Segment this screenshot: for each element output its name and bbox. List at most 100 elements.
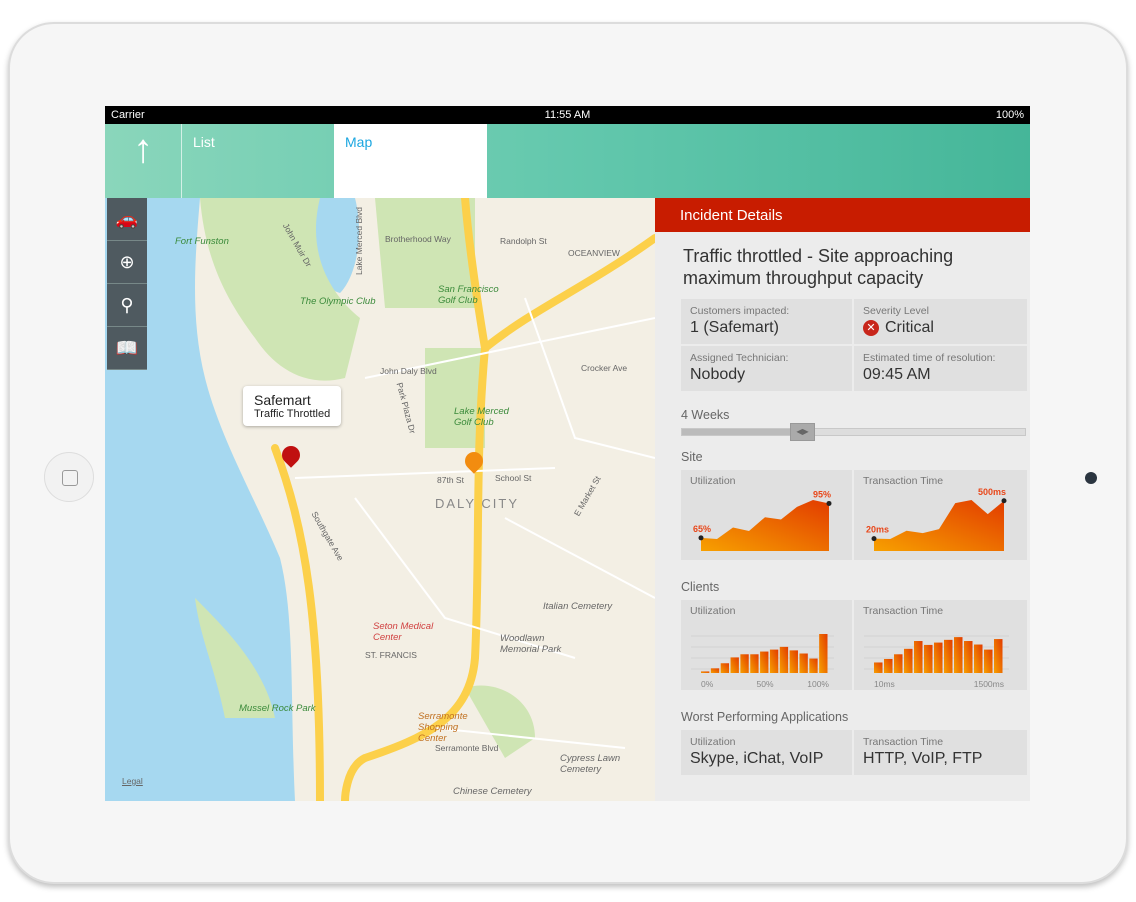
- home-button[interactable]: [44, 452, 94, 502]
- map-label: Lake Merced Golf Club: [454, 406, 509, 428]
- apps-section-label: Worst Performing Applications: [681, 710, 849, 724]
- legal-link[interactable]: Legal: [122, 776, 143, 786]
- bar: [964, 641, 973, 673]
- map-toolbar: 🚗 ⊕ ⚲ 📖: [107, 198, 147, 370]
- clients-charts: Utilization 0% 50% 100% Transaction Time 10m…: [681, 600, 1027, 690]
- map-label: Serramonte Shopping Center: [418, 711, 468, 744]
- map-label: Brotherhood Way: [385, 234, 451, 244]
- tab-map[interactable]: Map: [334, 124, 487, 198]
- range-label: 4 Weeks: [681, 408, 730, 422]
- map-label: Mussel Rock Park: [239, 703, 316, 714]
- tick-label: 10ms: [874, 679, 895, 689]
- bar: [984, 649, 993, 673]
- tab-list[interactable]: List: [182, 124, 335, 198]
- map-graphic: [105, 198, 655, 801]
- slider-knob[interactable]: ◀▶: [790, 423, 816, 441]
- bar: [819, 634, 828, 673]
- bar: [884, 658, 893, 673]
- tick-label: 50%: [756, 679, 773, 689]
- map-label: DALY CITY: [435, 496, 519, 511]
- critical-x-icon: ✕: [863, 320, 879, 336]
- field-label: Estimated time of resolution:: [863, 352, 996, 364]
- area-series: [701, 500, 829, 551]
- bar: [994, 639, 1003, 673]
- field-value: HTTP, VoIP, FTP: [863, 750, 983, 767]
- map-label: ST. FRANCIS: [365, 650, 417, 660]
- map-label: OCEANVIEW: [568, 248, 620, 258]
- bar: [914, 641, 923, 673]
- field-label: Transaction Time: [863, 736, 944, 748]
- callout-title: Safemart: [254, 392, 311, 408]
- field-value: 1 (Safemart): [690, 319, 779, 336]
- map-label: San Francisco Golf Club: [438, 284, 499, 306]
- map-label: Italian Cemetery: [543, 601, 613, 612]
- field-value: Skype, iChat, VoIP: [690, 750, 824, 767]
- map-label: Seton Medical Center: [373, 621, 434, 643]
- chart-title: Transaction Time: [863, 475, 944, 487]
- site-transaction-chart: Transaction Time 20ms 500ms: [854, 470, 1027, 560]
- incident-fields: Customers impacted: 1 (Safemart) Severity…: [681, 299, 1027, 391]
- data-label: 95%: [813, 489, 831, 499]
- tick-label: 100%: [807, 679, 829, 689]
- bar: [720, 663, 730, 673]
- bar: [750, 654, 759, 673]
- map-label: Lake Merced Blvd: [354, 206, 365, 276]
- map-label: The Olympic Club: [300, 296, 376, 307]
- bar: [809, 658, 818, 673]
- bar: [760, 651, 769, 673]
- site-utilization-chart: Utilization 65% 95%: [681, 470, 852, 560]
- field-label: Customers impacted:: [690, 305, 790, 317]
- map-label: John Daly Blvd: [380, 366, 437, 376]
- map-label: Fort Funston: [175, 236, 229, 247]
- field-label: Utilization: [690, 736, 736, 748]
- search-icon[interactable]: ⚲: [107, 284, 147, 327]
- bar: [710, 668, 720, 673]
- map-label: Woodlawn Memorial Park: [500, 633, 562, 655]
- bar: [904, 648, 913, 673]
- time-range-slider[interactable]: ◀▶: [681, 423, 1026, 441]
- field-technician: Assigned Technician: Nobody: [681, 346, 852, 391]
- field-label: Severity Level: [863, 305, 929, 317]
- data-label: 500ms: [978, 488, 1006, 497]
- map-label: Chinese Cemetery: [453, 786, 532, 797]
- bar: [874, 662, 883, 673]
- chart-title: Transaction Time: [863, 605, 944, 617]
- data-point: [698, 535, 704, 541]
- map-label: Serramonte Blvd: [435, 743, 499, 753]
- book-icon[interactable]: 📖: [107, 327, 147, 370]
- map-label: Crocker Ave: [581, 363, 628, 373]
- incident-details-panel: Incident Details Traffic throttled - Sit…: [655, 198, 1030, 801]
- clock: 11:55 AM: [544, 109, 591, 121]
- screen: Carrier 11:55 AM 100% ↑ List Map Fort Fu…: [105, 106, 1030, 801]
- field-value: 09:45 AM: [863, 366, 931, 383]
- incident-title: Traffic throttled - Site approaching max…: [683, 246, 954, 288]
- bar: [954, 637, 963, 673]
- up-arrow-icon[interactable]: ↑: [105, 124, 182, 198]
- site-charts: Utilization 65% 95% Transaction Time 20ms 50…: [681, 470, 1027, 560]
- bar: [894, 654, 903, 673]
- data-label: 65%: [693, 524, 711, 534]
- map-callout[interactable]: Safemart Traffic Throttled: [243, 386, 342, 426]
- chart-title: Utilization: [690, 475, 736, 487]
- car-icon[interactable]: 🚗: [107, 198, 147, 241]
- bar: [779, 646, 789, 673]
- data-label: 20ms: [866, 525, 889, 535]
- map-label: Randolph St: [500, 236, 547, 246]
- map-label: Cypress Lawn Cemetery: [560, 753, 621, 775]
- bar: [730, 657, 739, 673]
- apps-fields: Utilization Skype, iChat, VoIP Transactio…: [681, 730, 1027, 775]
- tick-label: 1500ms: [974, 679, 1004, 689]
- map-label: School St: [495, 473, 532, 483]
- data-point: [871, 536, 877, 542]
- field-severity: Severity Level ✕ Critical: [854, 299, 1027, 344]
- field-value: Nobody: [690, 366, 746, 383]
- apps-transaction: Transaction Time HTTP, VoIP, FTP: [854, 730, 1027, 775]
- bar: [934, 642, 943, 673]
- callout-subtitle: Traffic Throttled: [254, 408, 331, 420]
- status-bar: Carrier 11:55 AM 100%: [105, 106, 1030, 124]
- clients-section-label: Clients: [681, 580, 720, 594]
- map[interactable]: Fort Funston The Olympic Club San Franci…: [105, 198, 655, 801]
- locate-icon[interactable]: ⊕: [107, 241, 147, 284]
- chart-title: Utilization: [690, 605, 736, 617]
- bar: [769, 649, 779, 673]
